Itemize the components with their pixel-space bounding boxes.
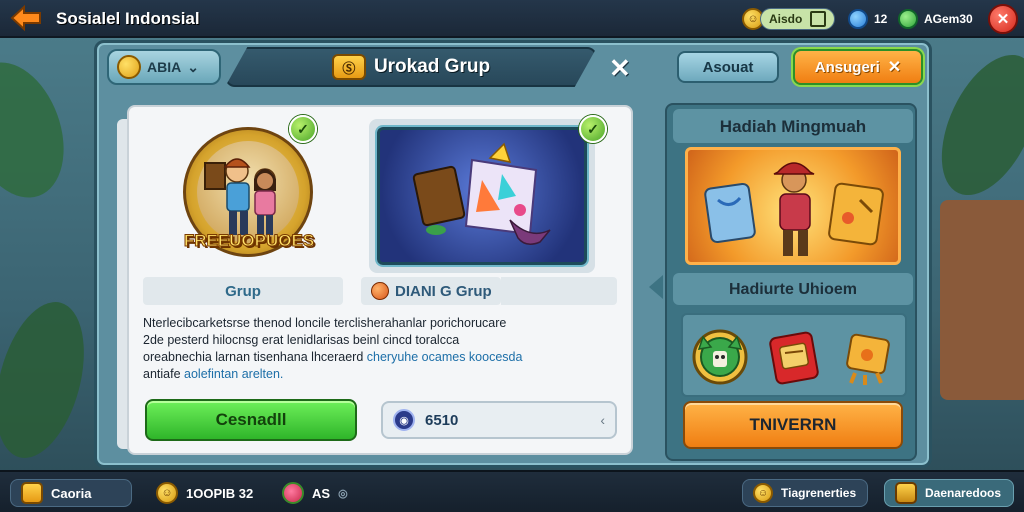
reward-item-frog-badge[interactable] (689, 323, 751, 389)
background-palm-leaf (922, 40, 1024, 210)
gems-display[interactable]: 12 (848, 7, 887, 31)
bottom-right-label-1: Tiagrenerties (781, 486, 857, 500)
currency-label: Aisdo (769, 12, 803, 26)
group-panel: ABIA ⌄ Ⓢ Urokad Grup ✕ Asouat Ansugeri ✕ (94, 40, 932, 468)
bottom-bar: Caoria ☺ 1OOPIB 32 AS ◎ ☺ Tiagrenerties … (0, 470, 1024, 512)
menu-button[interactable]: ✕ (988, 4, 1018, 34)
background-building (940, 200, 1024, 400)
desc-line-2: 2de pesterd hilocnsg erat lenidlarisas b… (143, 333, 460, 347)
top-bar: Sosialel Indonsial ☺ Aisdo 12 AGem30 ✕ (0, 0, 1024, 38)
ansuger-button[interactable]: Ansugeri ✕ (793, 49, 923, 85)
group-description: Nterlecibcarketsrse thenod loncile tercl… (143, 315, 623, 383)
gems-value: 12 (874, 12, 888, 26)
check-icon[interactable]: ✓ (289, 115, 317, 143)
app-title: Sosialel Indonsial (56, 9, 200, 28)
pointer-arrow (649, 275, 663, 299)
asouat-button[interactable]: Asouat (677, 51, 779, 83)
ansuger-label: Ansugeri (814, 58, 880, 76)
currency-pill: Aisdo (760, 8, 836, 30)
badge-label: FREEUOPUOES (183, 231, 315, 251)
gold-chest-icon (846, 333, 890, 385)
desc-line-1: Nterlecibcarketsrse thenod loncile tercl… (143, 316, 507, 330)
desc-line-3-text: oreabnechia larnan tisenhana lhceraerd (143, 350, 364, 364)
desc-link-1[interactable]: cheryuhe ocames koocesda (367, 350, 523, 364)
desc-link-2[interactable]: aolefintan arelten. (184, 367, 283, 381)
gift-icon (282, 482, 304, 504)
check-icon[interactable]: ✓ (579, 115, 607, 143)
close-small-icon: ✕ (887, 59, 902, 76)
reward-panel: Hadiah Mingmuah Hadiurte Uhioem TNIVERRN (665, 103, 917, 461)
currency-add-icon[interactable] (810, 11, 827, 27)
reward-subtitle: Hadiurte Uhioem (728, 281, 857, 298)
amount-value[interactable]: 6510 (425, 412, 590, 429)
reward-illustration (685, 147, 901, 265)
heart-icon (371, 282, 389, 300)
star-gem-icon (848, 9, 868, 29)
bottom-left-label: Caoria (51, 485, 92, 501)
panel-title: Urokad Grup (373, 56, 491, 77)
gift-suffix-icon: ◎ (338, 487, 348, 500)
stepper-icon[interactable]: ‹ (600, 412, 605, 428)
bottom-right-button-1[interactable]: ☺ Tiagrenerties (742, 479, 868, 507)
tab-label: ABIA (147, 59, 182, 75)
location-pin-icon: ◉ (393, 409, 415, 431)
tab-abia[interactable]: ABIA ⌄ (107, 49, 221, 85)
game-art-card[interactable] (377, 127, 587, 265)
badge-portrait (197, 141, 299, 243)
currency-display[interactable]: ☺ Aisdo (742, 7, 836, 31)
background-palm-leaf (0, 292, 100, 468)
red-book-icon (769, 331, 819, 385)
bottom-right-button-2[interactable]: Daenaredoos (884, 479, 1014, 507)
chest-icon (895, 482, 917, 504)
grup2-label: DIANI G Grup (361, 277, 501, 305)
coin-balance: ☺ 1OOPIB 32 (156, 481, 253, 505)
friends-illustration (204, 158, 276, 235)
frog-badge-icon (692, 329, 748, 385)
energy-value: AGem30 (924, 12, 973, 26)
camera-icon: Ⓢ (331, 54, 366, 80)
chevron-down-icon: ⌄ (187, 58, 199, 75)
energy-icon (898, 9, 918, 29)
reward-title: Hadiah Mingmuah (719, 117, 867, 136)
reward-character-art (704, 162, 884, 256)
tniverrn-button[interactable]: TNIVERRN (683, 401, 903, 449)
energy-display[interactable]: AGem30 (898, 7, 973, 31)
reward-item-gold-chest[interactable] (837, 323, 899, 389)
grup-label: Grup (143, 277, 343, 305)
grup2-text: DIANI G Grup (395, 282, 492, 300)
group-info-card: FREEUOPUOES ✓ Grup ✓ DIANI G Grup Nterle… (127, 105, 633, 455)
amount-input[interactable]: ◉ 6510 ‹ (381, 401, 617, 439)
coin-icon: ☺ (156, 482, 178, 504)
coin-balance-value: 1OOPIB 32 (186, 485, 254, 501)
cesnadll-button[interactable]: Cesnadll (145, 399, 357, 441)
bottom-left-button[interactable]: Caoria (10, 479, 132, 507)
friends-badge[interactable]: FREEUOPUOES ✓ (173, 115, 323, 271)
grup2-strip (501, 277, 617, 305)
gift-balance: AS ◎ (282, 481, 348, 505)
title-banner: Ⓢ Urokad Grup (225, 47, 597, 87)
close-icon: ✕ (996, 11, 1010, 28)
smiley-icon (117, 55, 141, 79)
gift-balance-value: AS (312, 485, 331, 501)
reward-item-red-book[interactable] (763, 323, 825, 389)
coin-icon: ☺ (753, 483, 773, 503)
desc-line-4: antiafe aolefintan arelten. (143, 366, 623, 383)
back-arrow-icon[interactable] (8, 3, 44, 33)
desc-line-4-text: antiafe (143, 367, 185, 381)
background-palm-leaf (0, 48, 82, 212)
desc-line-3: oreabnechia larnan tisenhana lhceraerd c… (143, 349, 623, 366)
game-art-illustration (412, 142, 551, 245)
bottom-right-label-2: Daenaredoos (925, 486, 1002, 500)
ticket-icon (21, 482, 43, 504)
reward-items (681, 313, 907, 397)
close-icon[interactable]: ✕ (609, 53, 631, 84)
